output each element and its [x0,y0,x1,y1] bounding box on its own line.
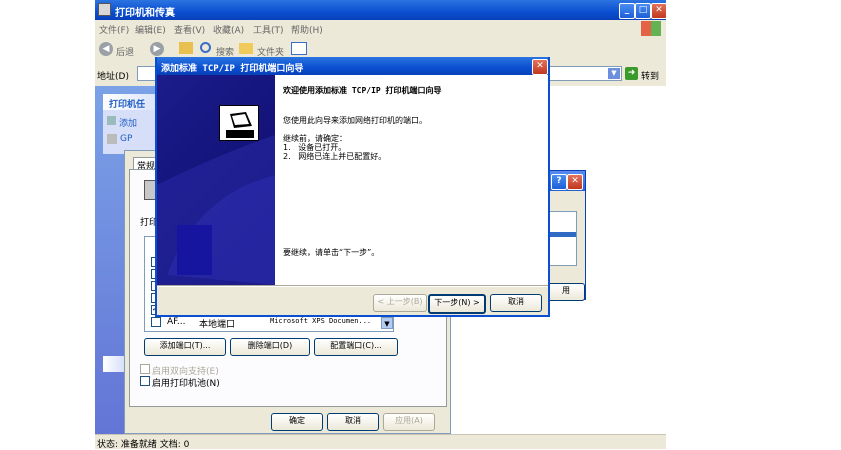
menu-help[interactable]: 帮助(H) [291,23,323,36]
background-dialog-button[interactable]: 用 [547,283,585,301]
wizard-step-2: 2. 网络已连上并已配置好。 [283,152,387,161]
address-label: 地址(D) [97,72,129,82]
add-printer-link[interactable]: 添加 [119,116,137,129]
wizard-back-button[interactable]: < 上一步(B) [373,294,427,312]
menu-view[interactable]: 查看(V) [174,23,205,36]
configure-port-button[interactable]: 配置端口(C)... [314,338,398,356]
ok-button[interactable]: 确定 [271,413,323,431]
add-port-button[interactable]: 添加端口(T)... [144,338,226,356]
up-folder-icon[interactable] [179,42,193,54]
menu-tools[interactable]: 工具(T) [253,23,284,36]
printer-link[interactable]: GP [120,134,132,144]
maximize-button[interactable]: □ [635,3,651,19]
help-button[interactable]: ? [551,174,567,190]
wizard-intro: 您使用此向导来添加网络打印机的端口。 [283,116,427,125]
go-label[interactable]: 转到 [641,69,659,82]
wizard-title-bar[interactable]: 添加标准 TCP/IP 打印机端口向导 ✕ [157,57,548,75]
wizard-heading: 欢迎使用添加标准 TCP/IP 打印机端口向导 [283,86,442,95]
go-arrow-icon[interactable]: ➜ [625,67,638,80]
wizard-close-button[interactable]: ✕ [532,59,548,75]
back-label[interactable]: 后退 [116,45,134,58]
port-name-1: AF... [167,317,186,327]
main-title: 打印机和传真 [115,8,175,19]
bidirectional-checkbox[interactable] [140,364,150,374]
task-panel-header-text: 打印机任 [109,100,146,110]
views-icon[interactable] [291,42,307,55]
search-icon[interactable] [200,42,211,53]
menu-file[interactable]: 文件(F) [99,23,129,36]
printer-pool-checkbox[interactable] [140,376,150,386]
port-printer-1: Microsoft XPS Documen... [270,317,372,325]
printer-folder-icon [98,3,111,16]
minimize-button[interactable]: _ [619,3,635,19]
windows-logo-icon [641,21,661,36]
port-desc-1: 本地端口 [199,320,236,330]
printer-wizard-icon [219,105,259,141]
cancel-button[interactable]: 取消 [327,413,379,431]
wizard-continue: 要继续，请单击“下一步”。 [283,248,380,257]
wizard-separator [157,285,548,287]
menu-edit[interactable]: 编辑(E) [135,23,166,36]
wizard-body: 欢迎使用添加标准 TCP/IP 打印机端口向导 您使用此向导来添加网络打印机的端… [275,75,548,285]
wizard-side-banner [157,75,275,285]
address-dropdown-icon[interactable]: ▼ [608,68,620,79]
forward-arrow-icon[interactable]: ▶ [150,42,164,56]
close-button[interactable]: ✕ [651,3,667,19]
status-bar: 状态: 准备就绪 文档: 0 [95,434,666,450]
menu-bar: 文件(F) 编辑(E) 查看(V) 收藏(A) 工具(T) 帮助(H) [95,20,666,37]
delete-port-button[interactable]: 删除端口(D) [230,338,310,356]
apply-button[interactable]: 应用(A) [383,413,435,431]
status-text: 状态: 准备就绪 文档: 0 [97,440,190,450]
wizard-title: 添加标准 TCP/IP 打印机端口向导 [161,64,304,74]
wizard-cancel-button[interactable]: 取消 [490,294,542,312]
add-printer-icon [107,116,116,125]
folders-icon[interactable] [239,43,253,54]
menu-favorites[interactable]: 收藏(A) [213,23,244,36]
wizard-next-button[interactable]: 下一步(N) > [428,294,486,314]
tcpip-port-wizard: 添加标准 TCP/IP 打印机端口向导 ✕ 欢迎使用添加标准 TCP/IP 打印… [155,57,550,317]
printer-pool-label: 启用打印机池(N) [152,379,220,389]
back-arrow-icon[interactable]: ◀ [99,42,113,56]
main-title-bar[interactable]: 打印机和传真 _ □ ✕ [95,0,667,20]
list-scroll-down-icon[interactable]: ▼ [381,317,393,329]
printer-icon [107,134,117,144]
background-close-button[interactable]: ✕ [567,174,583,190]
port-checkbox-6[interactable] [151,317,161,327]
